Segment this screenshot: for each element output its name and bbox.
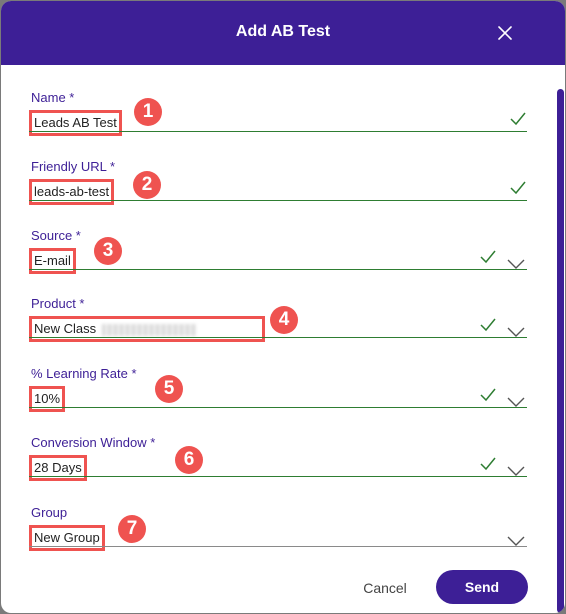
group-label: Group: [31, 505, 68, 520]
annotation-badge-4: 4: [270, 306, 298, 334]
check-icon: [480, 318, 496, 332]
product-select[interactable]: New Class: [29, 316, 265, 342]
check-icon: [510, 181, 526, 195]
name-label: Name *: [31, 90, 75, 105]
dialog-header: Add AB Test: [1, 1, 565, 65]
dialog-title: Add AB Test: [235, 23, 331, 40]
redacted-text: [102, 323, 197, 336]
chevron-down-icon[interactable]: [507, 463, 525, 476]
friendly-url-label: Friendly URL *: [31, 159, 116, 174]
name-underline: [29, 131, 527, 132]
product-value: New Class: [34, 321, 97, 336]
source-select[interactable]: E-mail: [29, 248, 76, 274]
learning-rate-select[interactable]: 10%: [29, 386, 66, 412]
check-icon: [480, 250, 496, 264]
learning-rate-underline: [29, 407, 527, 408]
annotation-badge-7: 7: [118, 515, 146, 543]
annotation-badge-6: 6: [175, 446, 203, 474]
chevron-down-icon[interactable]: [507, 394, 525, 407]
source-underline: [29, 269, 527, 270]
chevron-down-icon[interactable]: [507, 256, 525, 269]
learning-rate-label: % Learning Rate *: [31, 366, 137, 381]
add-ab-test-dialog: Add AB Test Name * Leads AB Test 1 Frien…: [1, 1, 565, 613]
check-icon: [480, 457, 496, 471]
name-input[interactable]: Leads AB Test: [29, 110, 122, 136]
check-icon: [480, 388, 496, 402]
product-label: Product *: [31, 296, 85, 311]
annotation-badge-1: 1: [134, 98, 162, 126]
close-icon[interactable]: [495, 23, 515, 43]
product-underline: [29, 337, 527, 338]
group-select[interactable]: New Group: [29, 525, 105, 551]
conversion-window-underline: [29, 476, 527, 477]
friendly-url-input[interactable]: leads-ab-test: [29, 179, 115, 205]
check-icon: [510, 112, 526, 126]
group-underline: [29, 546, 527, 547]
annotation-badge-3: 3: [94, 237, 122, 265]
cancel-button[interactable]: Cancel: [357, 577, 413, 599]
annotation-badge-5: 5: [155, 375, 183, 403]
conversion-window-select[interactable]: 28 Days: [29, 455, 87, 481]
chevron-down-icon[interactable]: [507, 533, 525, 546]
chevron-down-icon[interactable]: [507, 324, 525, 337]
source-label: Source *: [31, 228, 81, 243]
scrollbar[interactable]: [557, 89, 564, 613]
conversion-window-label: Conversion Window *: [31, 435, 156, 450]
annotation-badge-2: 2: [133, 171, 161, 199]
friendly-url-underline: [29, 200, 527, 201]
send-button[interactable]: Send: [436, 570, 528, 604]
